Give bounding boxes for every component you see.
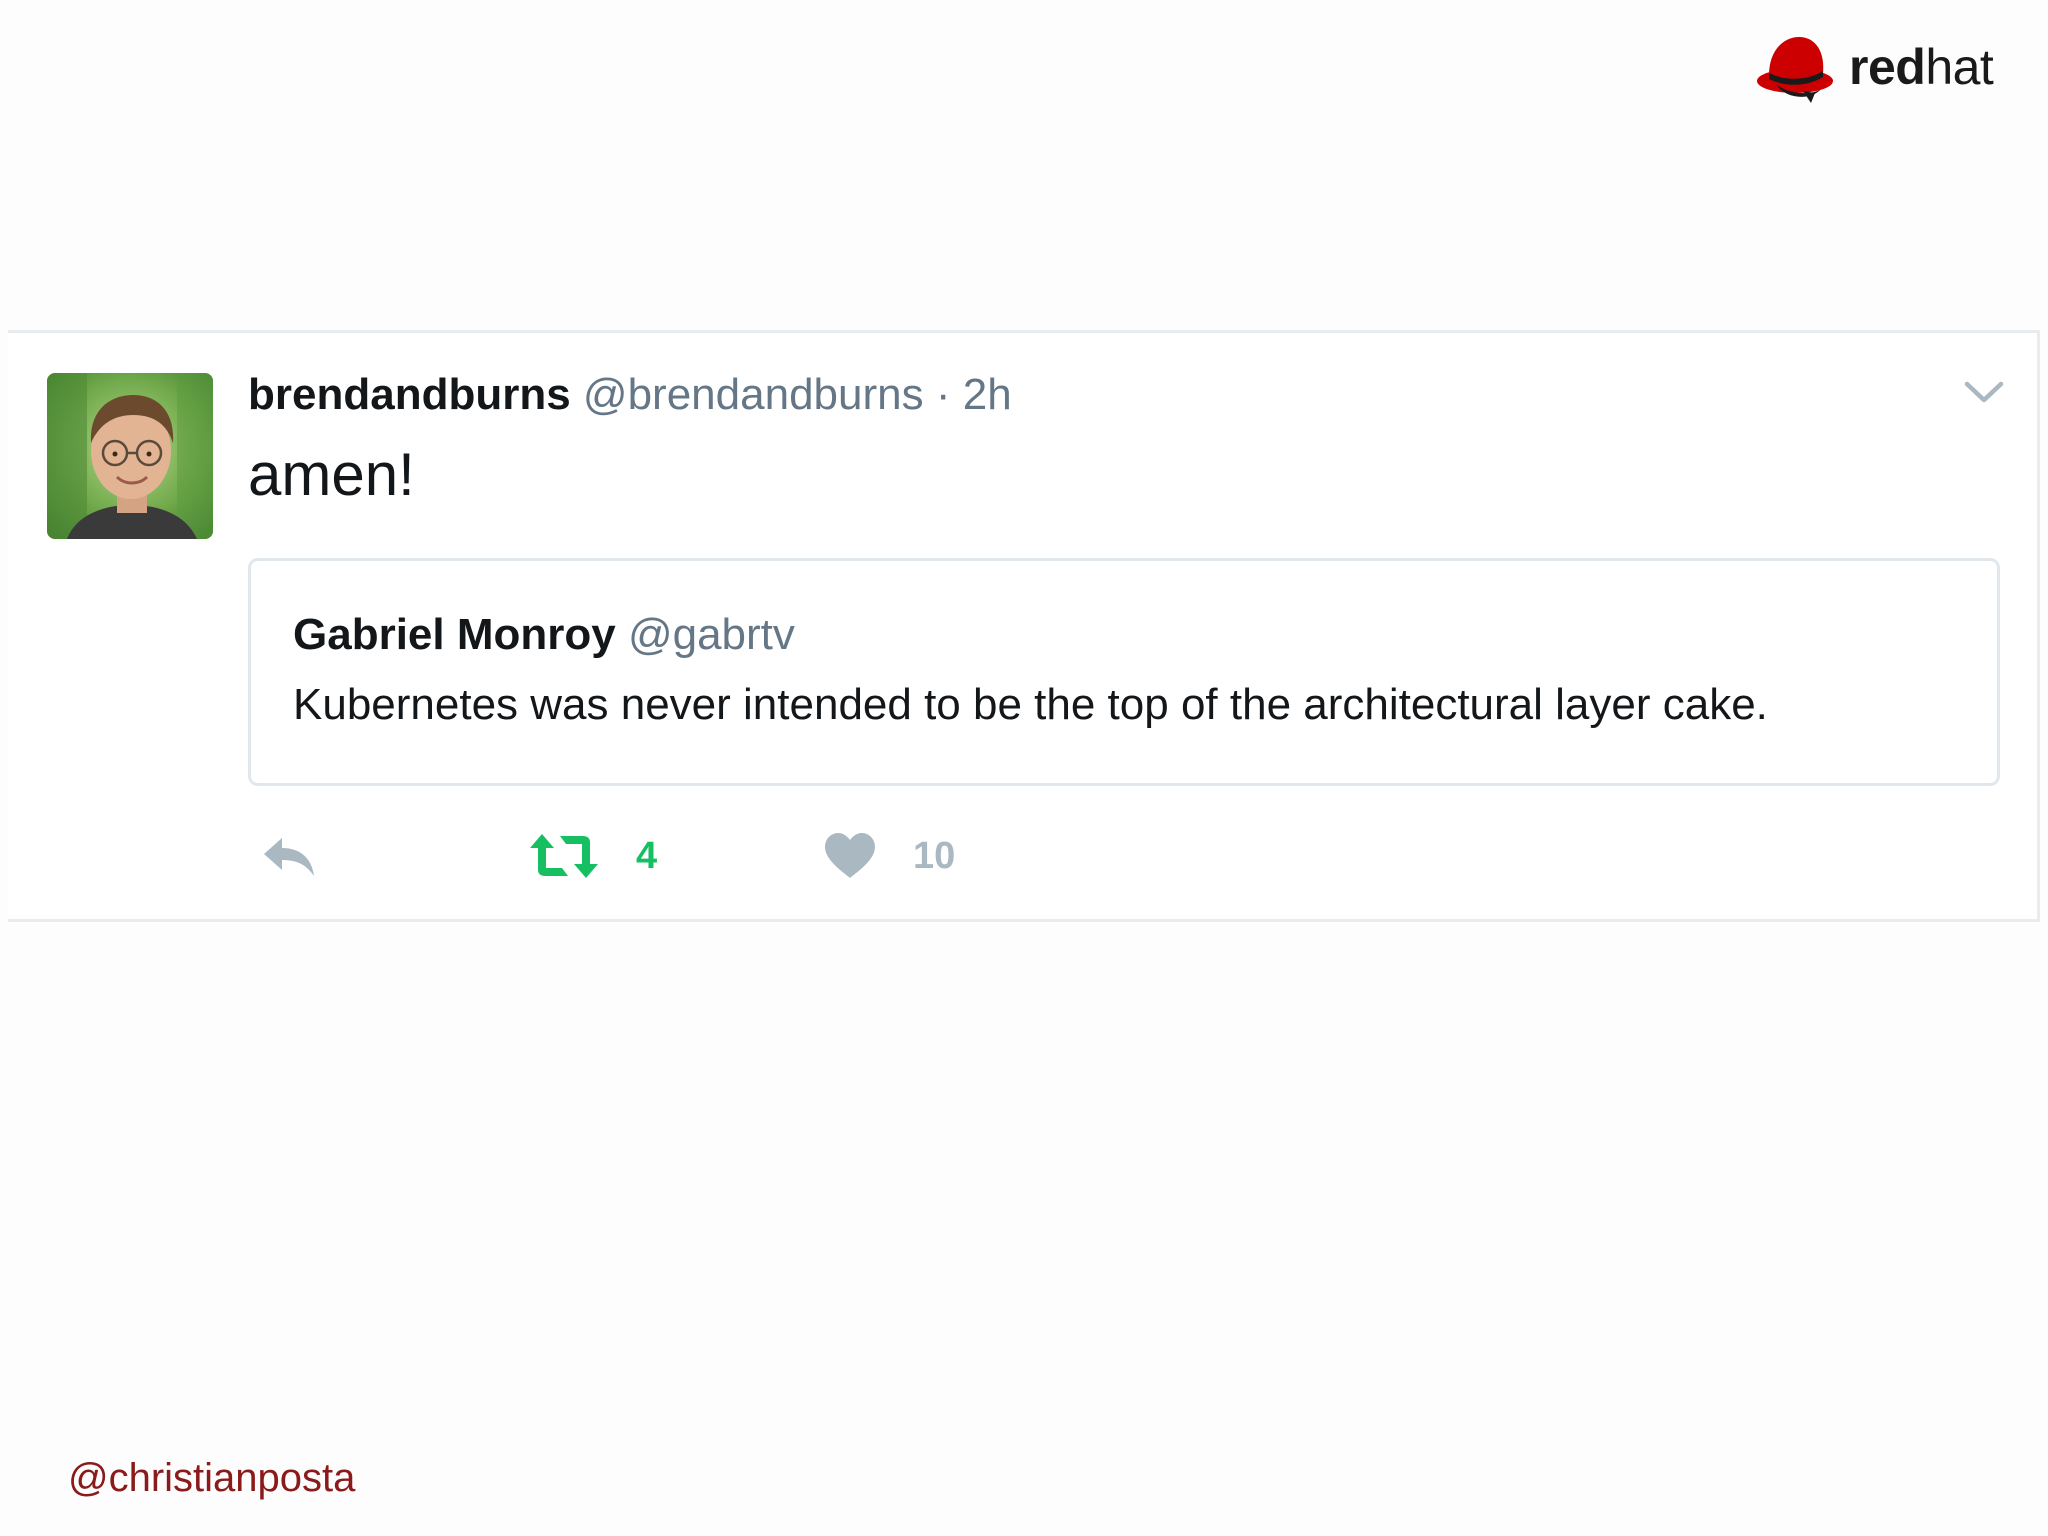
tweet-header: brendandburns @brendandburns · 2h: [248, 373, 1012, 417]
redhat-wordmark: redhat: [1849, 39, 1994, 95]
avatar-image: [47, 373, 213, 539]
quoted-tweet-text: Kubernetes was never intended to be the …: [293, 680, 1768, 729]
tweet-actions: 4 10: [248, 828, 1048, 884]
redhat-logo: redhat: [1755, 26, 1994, 106]
heart-icon: [825, 833, 875, 878]
quoted-author-handle: @gabrtv: [627, 610, 795, 659]
tweet-text: amen!: [248, 441, 415, 508]
retweet-icon: [530, 834, 598, 878]
quoted-author-name: Gabriel Monroy: [293, 610, 616, 659]
chevron-down-icon[interactable]: [1963, 378, 2005, 408]
header-separator: ·: [935, 370, 951, 419]
tweet-card[interactable]: brendandburns @brendandburns · 2h amen! …: [8, 330, 2040, 922]
author-name[interactable]: brendandburns: [248, 370, 571, 419]
redhat-shadowman-icon: [1757, 37, 1833, 103]
quoted-tweet[interactable]: Gabriel Monroy @gabrtv Kubernetes was ne…: [248, 558, 2000, 786]
retweet-button[interactable]: 4: [528, 828, 657, 884]
avatar[interactable]: [47, 373, 213, 539]
logo-word-light: hat: [1925, 39, 1994, 95]
reply-button[interactable]: [260, 828, 318, 884]
like-button[interactable]: 10: [823, 828, 955, 884]
author-handle[interactable]: @brendandburns: [583, 370, 924, 419]
retweet-count: 4: [636, 834, 658, 877]
quoted-tweet-header: Gabriel Monroy @gabrtv: [293, 613, 795, 657]
like-count: 10: [913, 834, 956, 877]
reply-icon: [264, 838, 314, 876]
footer-handle: @christianposta: [68, 1456, 356, 1500]
tweet-timestamp[interactable]: 2h: [963, 370, 1012, 419]
logo-word-bold: red: [1849, 39, 1926, 95]
